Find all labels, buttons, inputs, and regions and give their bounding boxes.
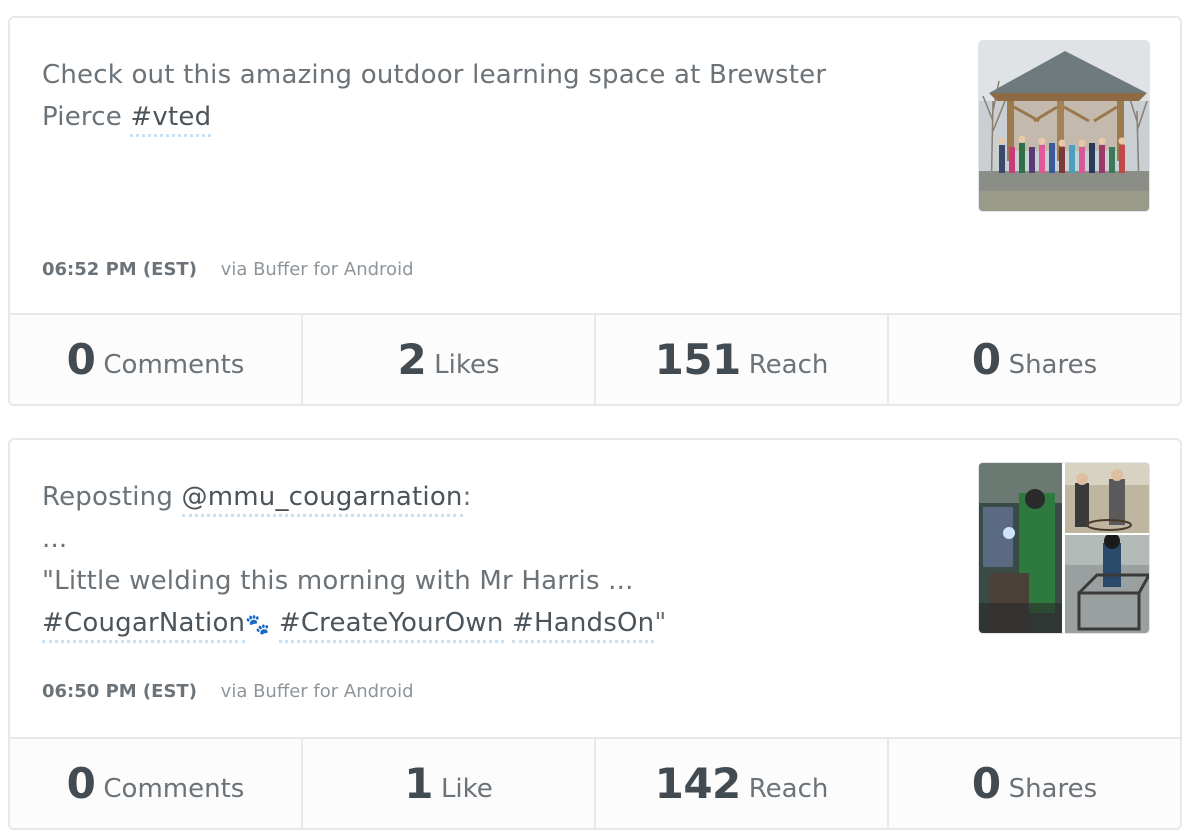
pavilion-photo-icon: [979, 41, 1149, 211]
stat-value: 0: [971, 759, 1001, 808]
stat-label: Reach: [748, 773, 829, 804]
post-time: 06:50 PM (EST): [42, 681, 197, 702]
stat-likes: 2 Likes: [303, 315, 596, 404]
post-text: Check out this amazing outdoor learning …: [42, 54, 842, 138]
stat-value: 1: [404, 759, 433, 808]
stat-label: Reach: [748, 349, 829, 380]
stat-value: 151: [654, 335, 742, 384]
stat-reach: 142 Reach: [596, 739, 889, 828]
post-source: via Buffer for Android: [220, 681, 414, 702]
stat-value: 2: [397, 335, 427, 384]
paw-prints-icon: 🐾: [245, 612, 271, 636]
post-text-line: Reposting @mmu_cougarnation:: [42, 476, 842, 518]
stat-comments: 0 Comments: [10, 315, 303, 404]
post-text-line: #CougarNation🐾 #CreateYourOwn #HandsOn": [42, 602, 842, 645]
post-thumbnail[interactable]: [978, 40, 1150, 212]
hashtag-link[interactable]: #CougarNation: [42, 608, 246, 643]
welding-collage-photo-icon: [979, 463, 1149, 633]
stat-shares: 0 Shares: [889, 739, 1180, 828]
stat-shares: 0 Shares: [889, 315, 1180, 404]
post-text-line: ...: [42, 524, 68, 554]
stat-label: Shares: [1008, 349, 1098, 380]
mention-link[interactable]: @mmu_cougarnation: [181, 482, 463, 517]
stat-value: 0: [971, 335, 1001, 384]
stat-value: 0: [66, 759, 96, 808]
post-meta: 06:52 PM (EST) via Buffer for Android: [42, 258, 414, 282]
stat-value: 0: [66, 335, 96, 384]
post-time: 06:52 PM (EST): [42, 259, 197, 280]
hashtag-link[interactable]: #HandsOn: [512, 608, 655, 643]
stat-comments: 0 Comments: [10, 739, 303, 828]
stat-likes: 1 Like: [303, 739, 596, 828]
hashtag-link[interactable]: #CreateYourOwn: [278, 608, 504, 643]
stat-reach: 151 Reach: [596, 315, 889, 404]
post-thumbnail[interactable]: [978, 462, 1150, 634]
stat-label: Like: [440, 773, 493, 804]
hashtag-link[interactable]: #vted: [130, 102, 212, 137]
post-stats: 0 Comments 2 Likes 151 Reach 0 Shares: [10, 313, 1180, 404]
stat-label: Likes: [434, 349, 500, 380]
post-body: Reposting @mmu_cougarnation: ... "Little…: [10, 440, 1180, 737]
stat-label: Shares: [1008, 773, 1098, 804]
stat-label: Comments: [103, 773, 245, 804]
post-text-plain: ": [654, 608, 667, 638]
post-card: Check out this amazing outdoor learning …: [8, 16, 1182, 406]
post-card: Reposting @mmu_cougarnation: ... "Little…: [8, 438, 1182, 830]
post-text-line: "Little welding this morning with Mr Har…: [42, 566, 634, 596]
post-body: Check out this amazing outdoor learning …: [10, 18, 1180, 315]
post-text-plain: :: [462, 482, 472, 512]
post-source: via Buffer for Android: [220, 259, 414, 280]
post-text-plain: Reposting: [42, 482, 182, 512]
post-stats: 0 Comments 1 Like 142 Reach 0 Shares: [10, 737, 1180, 828]
stat-label: Comments: [103, 349, 245, 380]
stat-value: 142: [654, 759, 742, 808]
post-meta: 06:50 PM (EST) via Buffer for Android: [42, 680, 414, 704]
post-text: Reposting @mmu_cougarnation: ... "Little…: [42, 476, 842, 645]
